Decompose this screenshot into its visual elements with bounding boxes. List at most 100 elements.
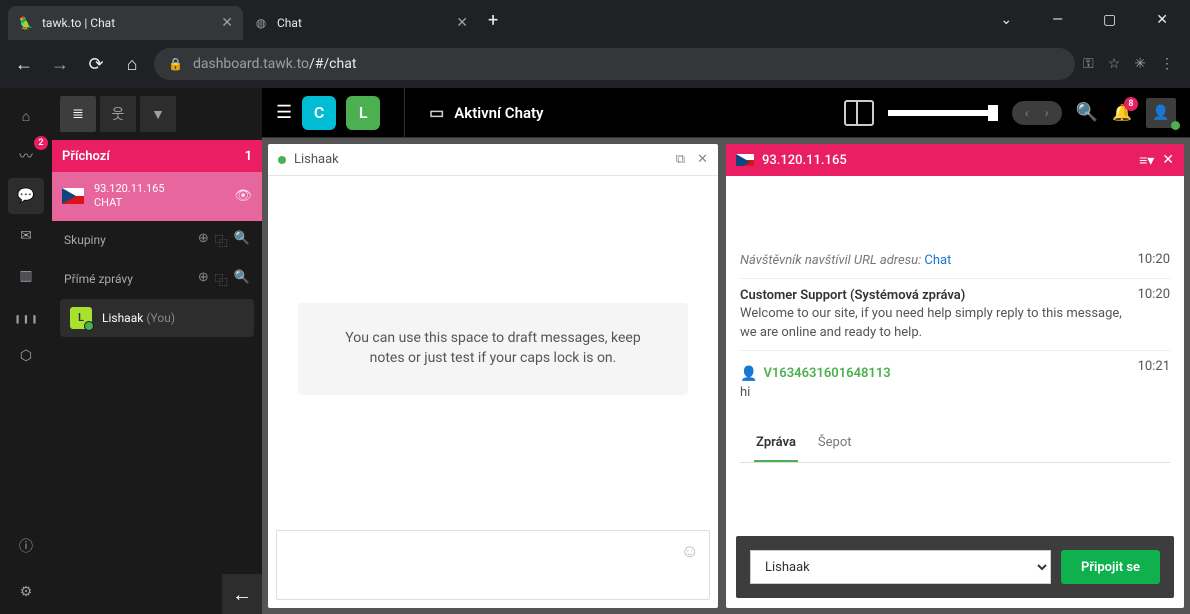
app-header: ☰ C L ▭ Aktivní Chaty ‹ › 🔍 🔔8 👤 — [262, 88, 1190, 138]
chat-icon: ▭ — [429, 103, 444, 122]
eye-icon[interactable]: 👁 — [234, 188, 252, 204]
bell-icon[interactable]: 🔔8 — [1112, 103, 1132, 122]
flag-cz-icon — [736, 154, 754, 166]
menu-icon[interactable]: ☰ — [276, 102, 292, 123]
compose-input[interactable]: ☺ — [276, 530, 710, 600]
dm-item-self[interactable]: L Lishaak (You) — [60, 299, 254, 337]
incoming-header: Příchozí 1 — [52, 140, 262, 172]
home-button[interactable]: ⌂ — [118, 50, 146, 78]
msg-sender: Customer Support (Systémová zpráva) — [740, 287, 1128, 305]
badge: 2 — [34, 136, 48, 150]
dm-section: Přímé zprávy ⊕ ⿻ 🔍 — [52, 260, 262, 299]
add-icon[interactable]: ⊕ — [198, 270, 209, 289]
rail-settings[interactable]: ⚙ — [8, 574, 44, 610]
emoji-icon[interactable]: ☺ — [681, 541, 699, 562]
dm-name: Lishaak — [102, 311, 143, 325]
chat-sub: CHAT — [94, 196, 165, 210]
rail-reports[interactable]: ╻╻╻ — [8, 298, 44, 334]
groups-label: Skupiny — [64, 233, 106, 247]
visit-link[interactable]: Chat — [924, 253, 951, 268]
pager: ‹ › — [1012, 101, 1062, 125]
collapse-panel-button[interactable]: ← — [222, 574, 262, 614]
join-button[interactable]: Připojit se — [1061, 550, 1160, 584]
layout-toggle[interactable] — [844, 100, 874, 126]
close-icon[interactable]: ✕ — [697, 152, 708, 167]
page-title: Aktivní Chaty — [454, 104, 543, 122]
globe-icon: ◍ — [253, 15, 269, 31]
chat-panel: 93.120.11.165 ≡▾ ✕ Návštěvník navštívil … — [726, 144, 1184, 608]
search-icon[interactable]: 🔍 — [234, 270, 250, 289]
next-button[interactable]: › — [1038, 104, 1056, 122]
tawk-favicon: 🦜 — [18, 15, 34, 31]
incoming-label: Příchozí — [62, 149, 110, 164]
rail-monitor[interactable]: 〰2 — [8, 138, 44, 174]
new-tab-button[interactable]: + — [488, 10, 498, 31]
tab-title: tawk.to | Chat — [42, 16, 213, 30]
rail-docs[interactable]: ▥ — [8, 258, 44, 294]
tab-whisper[interactable]: Šepot — [816, 425, 854, 462]
reload-button[interactable]: ⟳ — [82, 50, 110, 78]
maximize-icon[interactable]: ▢ — [1089, 4, 1130, 36]
draft-hint: You can use this space to draft messages… — [298, 303, 688, 394]
rail-inbox[interactable]: ✉ — [8, 218, 44, 254]
tab-message[interactable]: Zpráva — [754, 425, 798, 462]
workspace-c[interactable]: C — [302, 96, 336, 130]
visitor-ip: 93.120.11.165 — [762, 153, 847, 168]
add-icon[interactable]: ⊕ — [198, 231, 209, 250]
menu-icon[interactable]: ⋮ — [1160, 56, 1174, 72]
close-icon[interactable]: ✕ — [456, 15, 468, 31]
msg-body: hi — [740, 384, 1128, 402]
copy-icon[interactable]: ⿻ — [215, 231, 228, 250]
timestamp: 10:20 — [1138, 287, 1170, 342]
chat-ip: 93.120.11.165 — [94, 182, 165, 196]
rail-chat[interactable]: 💬 — [8, 178, 44, 214]
extension-icon[interactable]: ✳ — [1134, 56, 1146, 72]
forward-button[interactable]: → — [46, 50, 74, 78]
nav-rail: ⌂ 〰2 💬 ✉ ▥ ╻╻╻ ⬡ ⓘ ⚙ — [0, 88, 52, 614]
workspace-l[interactable]: L — [346, 96, 380, 130]
lock-icon: 🔒 — [168, 57, 183, 71]
browser-tab-2[interactable]: ◍ Chat ✕ — [243, 6, 478, 40]
filter-icon[interactable]: ▼ — [140, 96, 176, 132]
avatar: L — [70, 307, 92, 329]
settings-icon[interactable]: ≡▾ — [1139, 152, 1154, 169]
zoom-slider[interactable] — [888, 110, 998, 116]
copy-icon[interactable]: ⿻ — [215, 270, 228, 289]
timestamp: 10:21 — [1138, 359, 1170, 403]
browser-tab-1[interactable]: 🦜 tawk.to | Chat ✕ — [8, 6, 243, 40]
conversation-panel: ≣ 웃 ▼ Příchozí 1 93.120.11.165 CHAT 👁 Sk… — [52, 88, 262, 614]
timestamp: 10:20 — [1138, 252, 1170, 270]
chevron-down-icon[interactable]: ⌄ — [986, 4, 1026, 36]
flag-cz-icon — [62, 188, 84, 204]
person-icon: 👤 — [740, 365, 757, 385]
prev-button[interactable]: ‹ — [1018, 104, 1036, 122]
minimize-icon[interactable]: ― — [1038, 4, 1077, 36]
status-online-icon — [278, 156, 286, 164]
people-icon[interactable]: 웃 — [100, 96, 136, 132]
incoming-chat-item[interactable]: 93.120.11.165 CHAT 👁 — [52, 172, 262, 221]
close-window-icon[interactable]: ✕ — [1142, 4, 1182, 36]
key-icon[interactable]: ⚿ — [1083, 56, 1094, 72]
star-icon[interactable]: ☆ — [1108, 56, 1121, 72]
profile-button[interactable]: 👤 — [1146, 98, 1176, 128]
back-button[interactable]: ← — [10, 50, 38, 78]
tab-title: Chat — [277, 16, 448, 30]
visitor-id: V1634631601648113 — [763, 365, 890, 383]
close-icon[interactable]: ✕ — [221, 15, 233, 31]
search-icon[interactable]: 🔍 — [1076, 102, 1098, 123]
close-icon[interactable]: ✕ — [1162, 152, 1174, 168]
address-bar[interactable]: 🔒 dashboard.tawk.to/#/chat — [154, 48, 1075, 80]
panel-title: Lishaak — [294, 152, 339, 167]
search-icon[interactable]: 🔍 — [234, 231, 250, 250]
notes-panel: Lishaak ⧉ ✕ You can use this space to dr… — [268, 144, 718, 608]
groups-section: Skupiny ⊕ ⿻ 🔍 — [52, 221, 262, 260]
rail-help[interactable]: ⓘ — [8, 528, 44, 564]
popout-icon[interactable]: ⧉ — [676, 152, 685, 167]
rail-addons[interactable]: ⬡ — [8, 338, 44, 374]
stack-icon[interactable]: ≣ — [60, 96, 96, 132]
incoming-count: 1 — [245, 149, 252, 164]
rail-home[interactable]: ⌂ — [8, 98, 44, 134]
notif-count: 8 — [1124, 97, 1138, 111]
agent-select[interactable]: Lishaak — [750, 550, 1051, 584]
dm-you: (You) — [146, 311, 175, 325]
